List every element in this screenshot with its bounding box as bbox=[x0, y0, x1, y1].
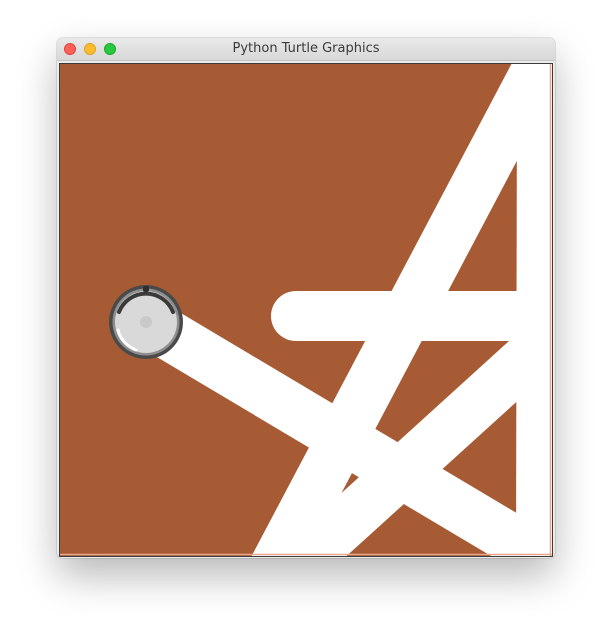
turtle-canvas[interactable] bbox=[59, 63, 553, 557]
title-bar[interactable]: Python Turtle Graphics bbox=[57, 38, 555, 61]
drawing-surface bbox=[60, 64, 552, 556]
turtle-window: Python Turtle Graphics bbox=[57, 38, 555, 558]
window-title: Python Turtle Graphics bbox=[232, 41, 380, 56]
roomba-robot-icon bbox=[109, 285, 183, 359]
